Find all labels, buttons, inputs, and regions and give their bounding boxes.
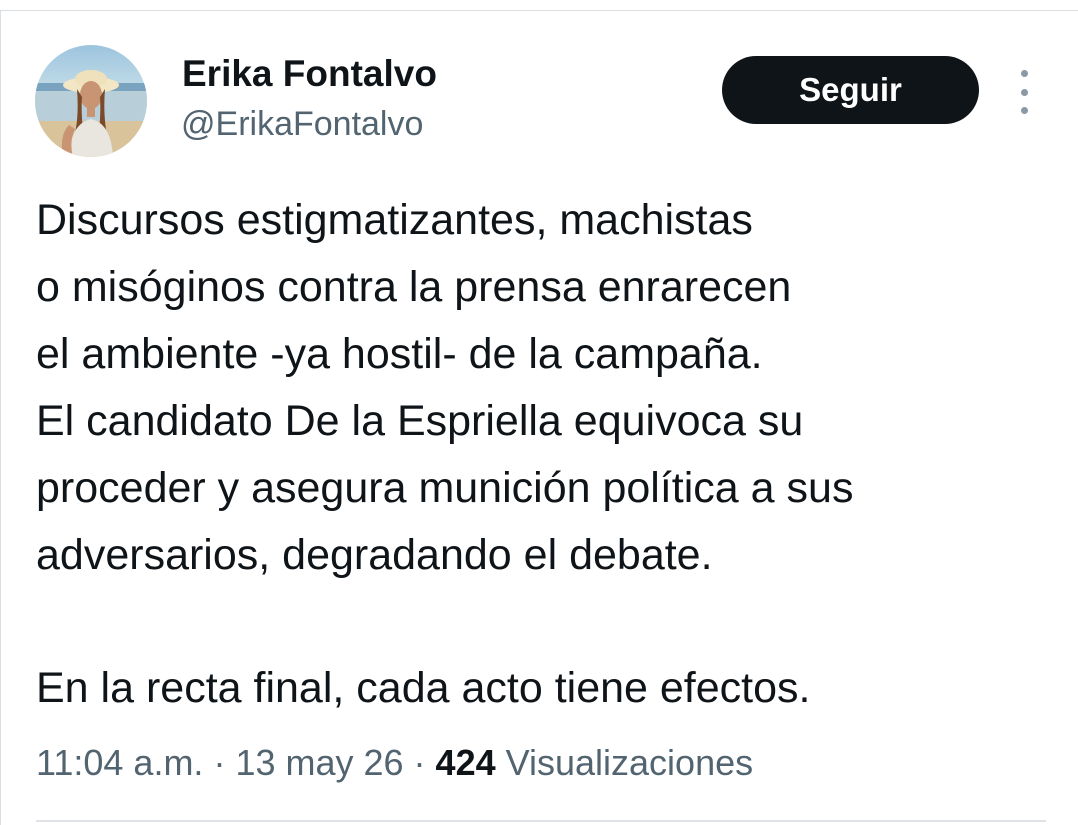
views-label[interactable]: Visualizaciones	[496, 742, 753, 783]
meta-separator: ·	[403, 742, 436, 783]
tweet-line: El candidato De la Espriella equivoca su	[36, 397, 804, 445]
avatar[interactable]	[35, 45, 147, 157]
tweet-meta: 11:04 a.m. · 13 may 26 · 424 Visualizaci…	[36, 738, 753, 788]
follow-button[interactable]: Seguir	[722, 56, 979, 124]
tweet-line: adversarios, degradando el debate.	[36, 531, 713, 579]
top-divider	[0, 10, 1078, 11]
meta-separator: ·	[203, 742, 236, 783]
more-dot	[1020, 70, 1028, 77]
more-dot	[1020, 88, 1028, 96]
tweet-line: Discursos estigmatizantes, machistas	[36, 196, 753, 244]
tweet-line: proceder y asegura munición política a s…	[36, 464, 854, 512]
avatar-photo	[35, 45, 147, 157]
author-handle[interactable]: @ErikaFontalvo	[181, 105, 423, 143]
bottom-divider	[36, 820, 1046, 822]
more-vertical-icon[interactable]	[1010, 70, 1038, 114]
left-divider	[0, 10, 1, 825]
tweet-line: el ambiente -ya hostil- de la campaña.	[36, 330, 763, 378]
tweet-line: o misóginos contra la prensa enrarecen	[36, 263, 792, 311]
tweet-card: Erika Fontalvo @ErikaFontalvo Seguir Dis…	[0, 0, 1078, 825]
tweet-closing-line: En la recta final, cada acto tiene efect…	[36, 664, 811, 712]
tweet-date[interactable]: 13 may 26	[235, 742, 403, 783]
more-dot	[1020, 107, 1028, 114]
views-count[interactable]: 424	[436, 742, 496, 783]
author-name[interactable]: Erika Fontalvo	[182, 54, 437, 94]
tweet-text: Discursos estigmatizantes, machistas o m…	[36, 187, 1056, 722]
tweet-time[interactable]: 11:04 a.m.	[36, 742, 203, 783]
